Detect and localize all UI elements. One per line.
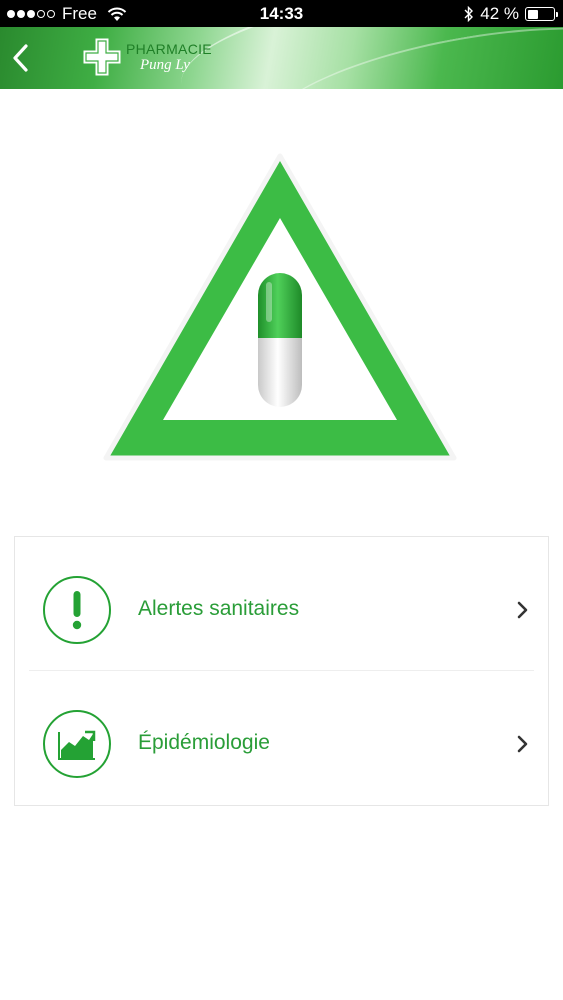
menu-label-alertes: Alertes sanitaires [138, 597, 300, 620]
warning-pill-sign [103, 153, 457, 461]
bluetooth-icon [464, 6, 474, 22]
menu-item-alertes-sanitaires[interactable]: Alertes sanitaires [15, 537, 548, 671]
menu-card: Alertes sanitaires Épidémiologie [14, 536, 549, 806]
chevron-right-icon [517, 735, 528, 753]
exclamation-glyph [72, 591, 82, 630]
pharmacy-cross-icon [83, 38, 121, 76]
chart-icon [43, 710, 111, 778]
logo-title: PHARMACIE [126, 40, 212, 57]
status-right: 42 % [464, 4, 558, 24]
battery-percent: 42 % [480, 4, 519, 23]
app-header: PHARMACIE Pung Ly [0, 27, 563, 89]
exclamation-icon [43, 576, 111, 644]
logo-subtitle: Pung Ly [140, 56, 190, 73]
battery-icon [525, 7, 558, 21]
menu-label-epidemiologie: Épidémiologie [138, 731, 270, 754]
chevron-right-icon [517, 601, 528, 619]
menu-item-epidemiologie[interactable]: Épidémiologie [15, 671, 548, 805]
status-bar: Free 14:33 42 % [0, 0, 563, 27]
chart-glyph [58, 730, 96, 760]
pill-icon [258, 273, 302, 407]
pharmacy-logo: PHARMACIE Pung Ly [82, 37, 212, 77]
back-button[interactable] [6, 41, 36, 75]
battery-fill [527, 9, 538, 19]
